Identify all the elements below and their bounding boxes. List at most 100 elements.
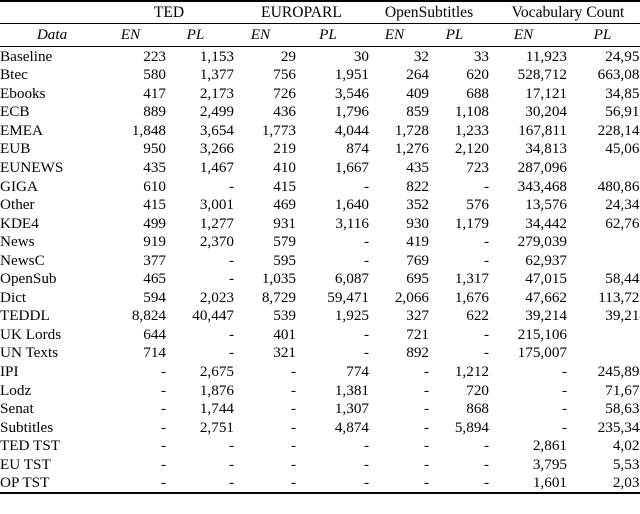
cell-ted-en: -: [160, 362, 166, 380]
table-row: NewsC377-595-769-62,937--: [0, 251, 640, 270]
cell-data-name: Senat: [0, 400, 34, 418]
column-header-vocab-pl: PL: [593, 26, 612, 44]
column-header-data: Data: [36, 26, 68, 44]
cell-opensubtitles-pl: 5,894: [454, 418, 489, 436]
table-row: EU TST------3,7955,533+: [0, 455, 640, 474]
cell-ted-en: -: [160, 418, 166, 436]
cell-opensubtitles-en: -: [423, 400, 429, 418]
cell-opensubtitles-en: 327: [406, 307, 429, 325]
cell-data-name: Ebooks: [0, 84, 46, 102]
table-row: IPI-2,675-774-1,212-245,898-: [0, 362, 640, 381]
cell-ted-pl: -: [228, 177, 234, 195]
cell-ted-en: 889: [143, 103, 166, 121]
cell-europarl-en: 219: [273, 140, 296, 158]
cell-ted-pl: 1,153: [199, 47, 234, 65]
cell-ted-en: -: [160, 400, 166, 418]
cell-vocab-en: 17,121: [525, 84, 567, 102]
cell-data-name: OP TST: [0, 474, 50, 492]
cell-europarl-en: 415: [273, 177, 296, 195]
cell-ted-en: 8,824: [131, 307, 166, 325]
cell-europarl-pl: 4,044: [334, 121, 369, 139]
cell-ted-pl: 2,751: [199, 418, 234, 436]
cell-data-name: OpenSub: [0, 270, 57, 288]
table-row: UN Texts714-321-892-175,007--: [0, 344, 640, 363]
cell-ted-en: 499: [143, 214, 166, 232]
cell-opensubtitles-pl: -: [483, 251, 489, 269]
cell-opensubtitles-en: 930: [406, 214, 429, 232]
cell-europarl-en: 931: [273, 214, 296, 232]
cell-opensubtitles-pl: 688: [466, 84, 489, 102]
group-header-vocabulary-count: Vocabulary Count: [511, 3, 625, 21]
cell-ted-en: 644: [143, 325, 166, 343]
table-row: ECB8892,4994361,7968591,10830,20456,912+: [0, 103, 640, 122]
cell-ted-en: 435: [143, 158, 166, 176]
cell-vocab-pl: -: [567, 251, 640, 270]
cell-europarl-en: 401: [273, 325, 296, 343]
table-row: Dict 594 2,023 8,729 59,471 2,066 1,676 47,662 1…: [0, 288, 640, 307]
cell-vocab-pl: 24,957: [605, 47, 640, 65]
cell-ted-pl: 40,447: [192, 307, 234, 325]
group-header-spacer-left: [0, 2, 104, 24]
cell-ted-pl: 2,499: [199, 103, 234, 121]
cell-europarl-en: 436: [273, 103, 296, 121]
cell-ted-pl: 1,277: [199, 214, 234, 232]
cell-europarl-en: -: [290, 455, 296, 473]
table-row: UK Lords644-401-721-215,106--: [0, 325, 640, 344]
cell-ted-pl: 2,023: [199, 288, 234, 306]
cell-ted-en: -: [160, 455, 166, 473]
cell-vocab-en: 215,106: [517, 325, 567, 343]
cell-europarl-en: -: [290, 381, 296, 399]
cell-vocab-pl: 71,673: [605, 381, 640, 399]
table-row: OP TST------1,6012,030+: [0, 474, 640, 494]
cell-europarl-pl: 774: [346, 362, 369, 380]
cell-data-name: ECB: [0, 103, 30, 121]
cell-ted-pl: 3,001: [199, 196, 234, 214]
cell-europarl-pl: -: [363, 177, 369, 195]
cell-opensubtitles-en: -: [423, 362, 429, 380]
cell-vocab-pl: 480,868: [597, 177, 640, 195]
cell-ted-pl: 1,467: [199, 158, 234, 176]
cell-vocab-pl: 34,859: [605, 84, 640, 102]
cell-data-name: Dict: [0, 288, 27, 306]
cell-opensubtitles-pl: 33: [473, 47, 489, 65]
cell-vocab-en: 13,576: [525, 196, 567, 214]
cell-vocab-en: -: [561, 381, 567, 399]
cell-opensubtitles-pl: 1,179: [454, 214, 489, 232]
column-header-europarl-en: EN: [250, 26, 271, 44]
cell-europarl-pl: -: [363, 437, 369, 455]
column-header-opensubtitles-pl: PL: [445, 26, 464, 44]
table-row: Subtitles-2,751-4,874-5,894-235,344-: [0, 418, 640, 437]
cell-opensubtitles-en: 409: [406, 84, 429, 102]
cell-opensubtitles-pl: 1,233: [454, 121, 489, 139]
cell-vocab-pl: 58,447: [605, 270, 640, 288]
cell-opensubtitles-en: 695: [406, 270, 429, 288]
cell-opensubtitles-pl: 1,317: [454, 270, 489, 288]
cell-europarl-pl: 59,471: [327, 288, 369, 306]
column-header-vocab-en: EN: [513, 26, 534, 44]
statistics-table-container: TED EUROPARL OpenSubtitles Vocabulary Co…: [0, 0, 640, 514]
cell-vocab-en: 11,923: [525, 47, 567, 65]
cell-ted-en: 714: [143, 344, 166, 362]
cell-europarl-pl: -: [363, 251, 369, 269]
table-row: Other4153,0014691,64035257613,57624,342+: [0, 195, 640, 214]
cell-data-name: KDE4: [0, 214, 39, 232]
cell-ted-en: 950: [143, 140, 166, 158]
cell-vocab-en: 3,795: [532, 455, 567, 473]
cell-ted-pl: 1,744: [199, 400, 234, 418]
cell-europarl-pl: 30: [353, 47, 369, 65]
cell-opensubtitles-pl: 723: [466, 158, 489, 176]
cell-ted-pl: 3,266: [199, 140, 234, 158]
cell-europarl-en: 726: [273, 84, 296, 102]
cell-opensubtitles-en: 1,728: [394, 121, 429, 139]
table-row: OpenSub 465 - 1,035 6,087 695 1,317 47,015 58,44…: [0, 270, 640, 289]
cell-vocab-pl: -: [567, 232, 640, 251]
cell-europarl-pl: 1,307: [334, 400, 369, 418]
cell-vocab-pl: 113,726: [598, 288, 640, 306]
cell-data-name: Other: [0, 196, 35, 214]
cell-ted-pl: -: [228, 270, 234, 288]
cell-europarl-pl: -: [363, 455, 369, 473]
cell-opensubtitles-pl: 720: [466, 381, 489, 399]
cell-opensubtitles-pl: 1,212: [454, 362, 489, 380]
cell-ted-en: 594: [143, 288, 166, 306]
cell-ted-pl: -: [228, 344, 234, 362]
